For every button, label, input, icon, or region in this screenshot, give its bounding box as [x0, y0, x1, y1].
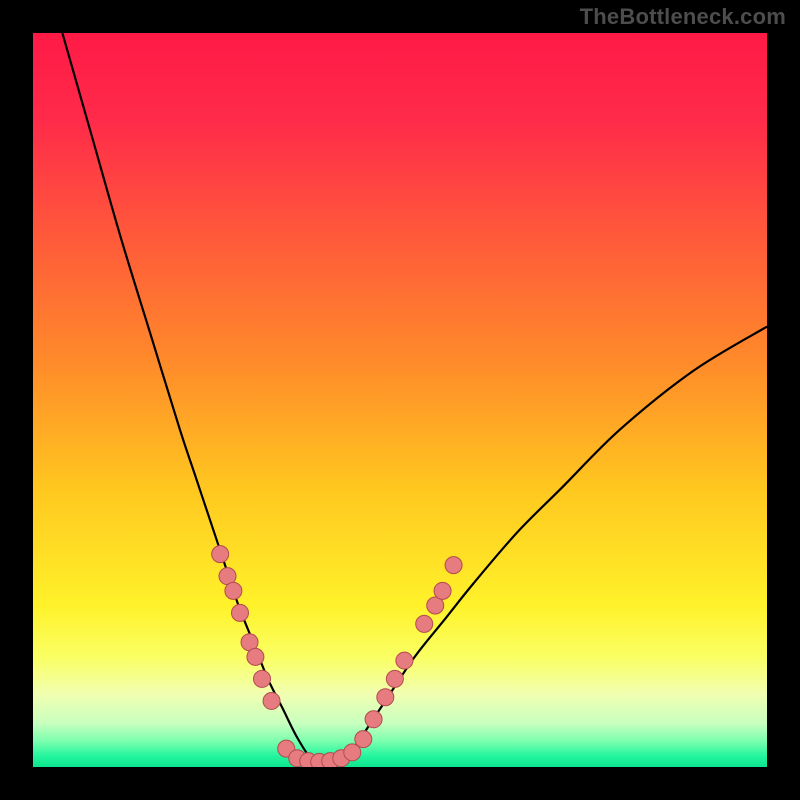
marker-dot	[377, 689, 394, 706]
marker-dot	[254, 670, 271, 687]
plot-area	[33, 33, 767, 767]
marker-dot	[396, 652, 413, 669]
marker-dot	[263, 692, 280, 709]
marker-dot	[445, 557, 462, 574]
marker-dot	[355, 731, 372, 748]
marker-dot	[386, 670, 403, 687]
watermark-text: TheBottleneck.com	[580, 4, 786, 30]
marker-dot	[365, 711, 382, 728]
marker-dot	[231, 604, 248, 621]
chart-frame: TheBottleneck.com	[0, 0, 800, 800]
marker-dot	[212, 546, 229, 563]
marker-dot	[416, 615, 433, 632]
marker-dot	[225, 582, 242, 599]
marker-dot	[247, 648, 264, 665]
marker-dot	[434, 582, 451, 599]
chart-svg	[33, 33, 767, 767]
